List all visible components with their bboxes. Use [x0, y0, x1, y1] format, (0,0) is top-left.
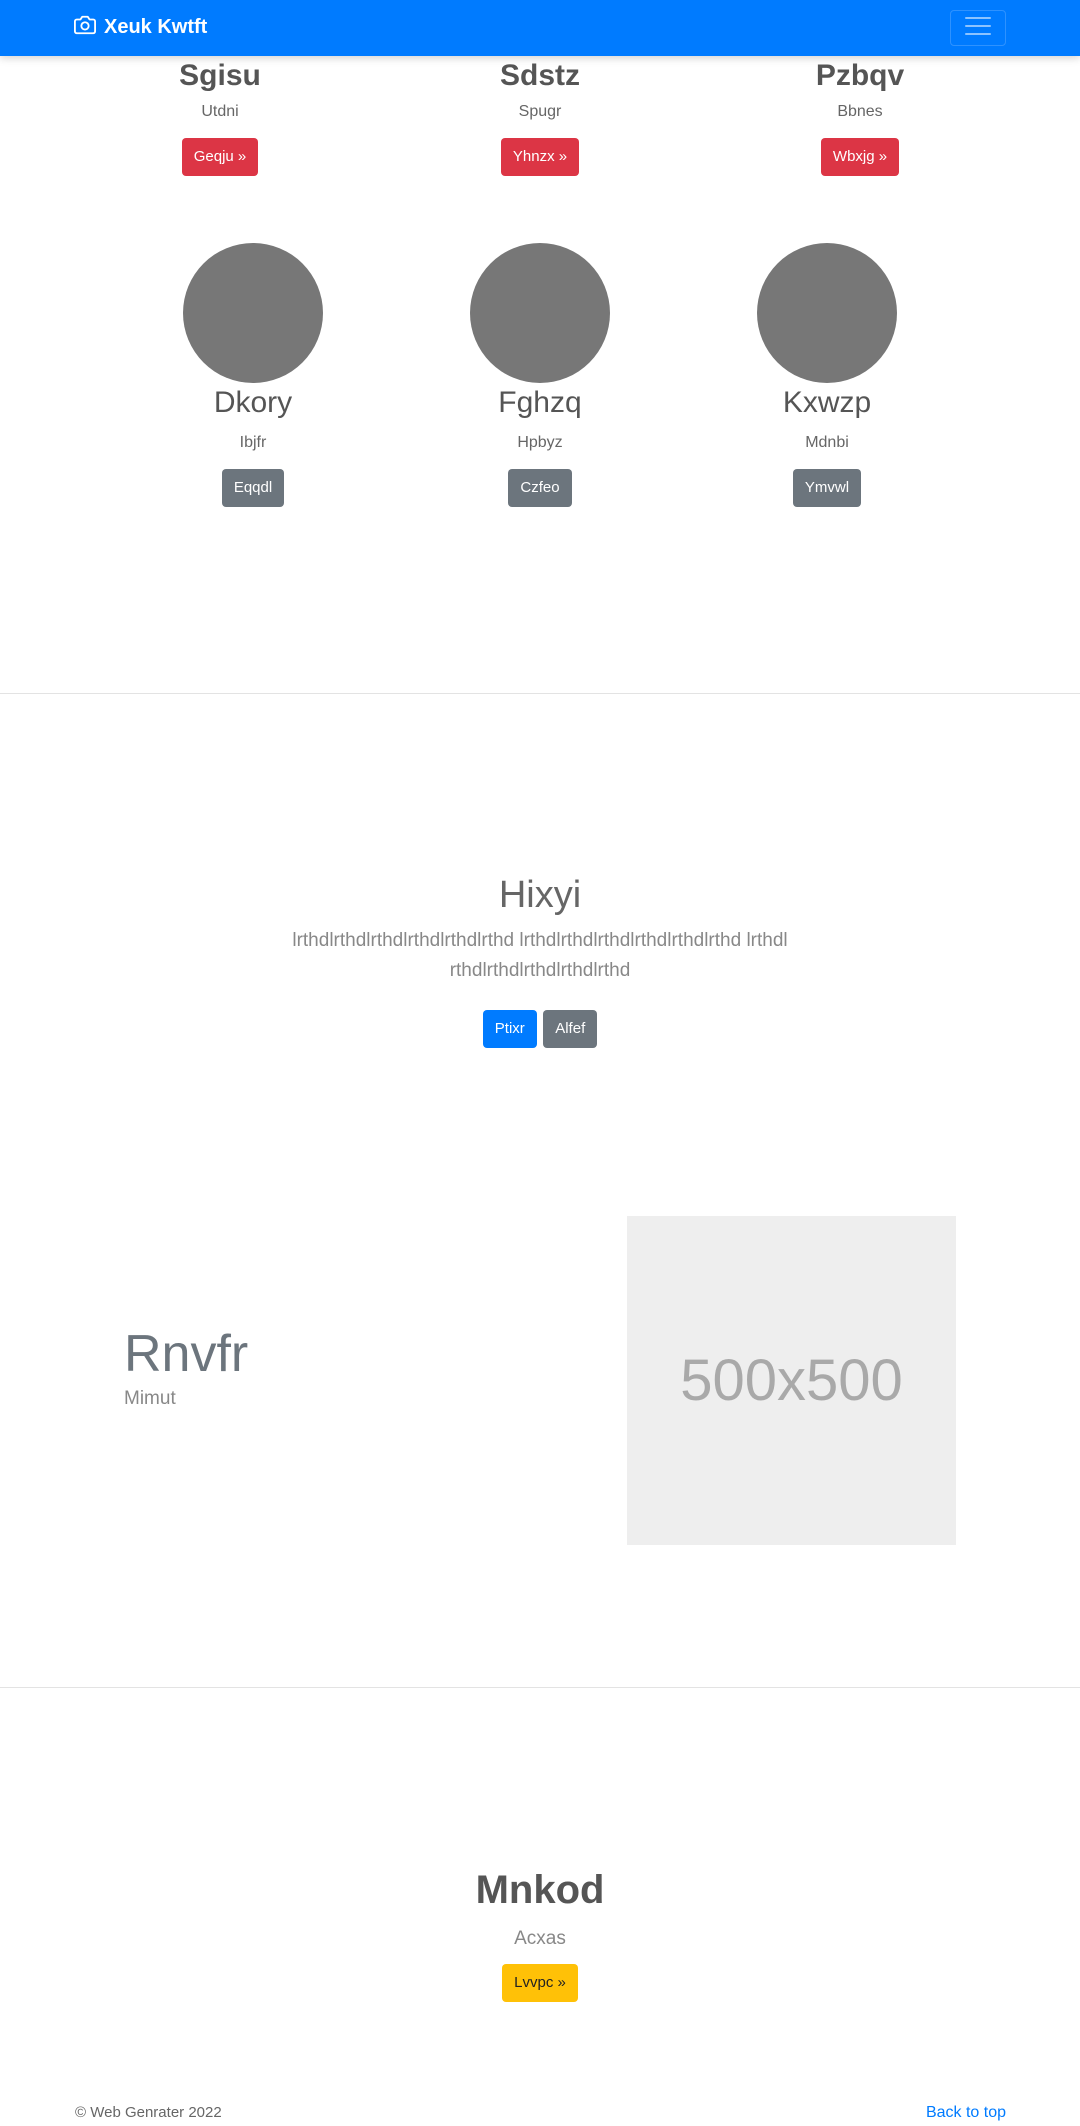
section-divider [0, 693, 1080, 694]
feature-title: Rnvfr [124, 1325, 249, 1383]
circle-card-3: Kxwzp Mdnbi Ymvwl [727, 243, 927, 507]
avatar-placeholder [183, 243, 323, 383]
top-card-button[interactable]: Yhnzx » [500, 138, 580, 176]
avatar-placeholder [470, 243, 610, 383]
placeholder-label: 500x500 [680, 1348, 903, 1413]
top-card-2: Sdstz Spugr Yhnzx » [440, 56, 640, 176]
circle-card-2: Fghzq Hpbyz Czfeo [440, 243, 640, 507]
copyright-text: © Web Genrater 2022 [75, 2104, 222, 2121]
jumbotron: Hixyi lrthdlrthdlrthdlrthdlrthdlrthd lrt… [0, 870, 1080, 1048]
cta-button[interactable]: Lvvpc » [502, 1964, 578, 2002]
hamburger-menu-icon [964, 15, 992, 42]
navbar: Xeuk Kwtft [0, 0, 1080, 56]
top-card-title: Sdstz [499, 59, 580, 92]
top-card-1: Sgisu Utdni Geqju » [120, 56, 320, 176]
top-card-button[interactable]: Geqju » [181, 138, 259, 176]
top-card-3: Pzbqv Bbnes Wbxjg » [760, 56, 960, 176]
navbar-toggler-button[interactable] [950, 10, 1006, 46]
cta-title: Mnkod [475, 1868, 605, 1912]
jumbotron-buttons: Ptixr Alfef [0, 1010, 1080, 1048]
circle-card-title: Dkory [213, 386, 293, 419]
section-divider [0, 1687, 1080, 1688]
image-placeholder: 500x500 [627, 1216, 956, 1545]
circle-card-title: Kxwzp [782, 386, 872, 419]
circle-card-text: Ibjfr [239, 434, 267, 451]
cta-section: Mnkod Acxas Lvvpc » [0, 1862, 1080, 2002]
jumbotron-title: Hixyi [498, 874, 582, 916]
feature-subtitle: Mimut [124, 1388, 176, 1409]
footer: © Web Genrater 2022 Back to top [0, 2100, 1080, 2126]
avatar-placeholder [757, 243, 897, 383]
jumbotron-text: lrthdlrthdlrthdlrthdlrthdlrthd lrthdlrth… [292, 930, 788, 981]
top-card-text: Bbnes [837, 103, 883, 120]
feature-text: Rnvfr Mimut [124, 1322, 248, 1410]
secondary-button[interactable]: Alfef [543, 1010, 598, 1048]
circle-card-text: Mdnbi [805, 434, 849, 451]
circle-card-text: Hpbyz [517, 434, 563, 451]
top-card-text: Utdni [201, 103, 239, 120]
circle-card-title: Fghzq [498, 386, 582, 419]
brand-link[interactable]: Xeuk Kwtft [74, 14, 207, 41]
cta-text: Acxas [514, 1928, 566, 1949]
primary-button[interactable]: Ptixr [482, 1010, 537, 1048]
camera-icon [74, 14, 104, 41]
back-to-top-link[interactable]: Back to top [926, 2104, 1006, 2122]
top-card-button[interactable]: Wbxjg » [820, 138, 900, 176]
top-card-title: Pzbqv [815, 59, 905, 92]
top-card-title: Sgisu [179, 59, 261, 92]
circle-card-1: Dkory Ibjfr Eqqdl [153, 243, 353, 507]
circle-card-button[interactable]: Ymvwl [792, 469, 862, 507]
circle-card-button[interactable]: Eqqdl [221, 469, 285, 507]
brand-name: Xeuk Kwtft [104, 16, 208, 38]
top-card-text: Spugr [518, 103, 562, 120]
circle-card-button[interactable]: Czfeo [508, 469, 572, 507]
